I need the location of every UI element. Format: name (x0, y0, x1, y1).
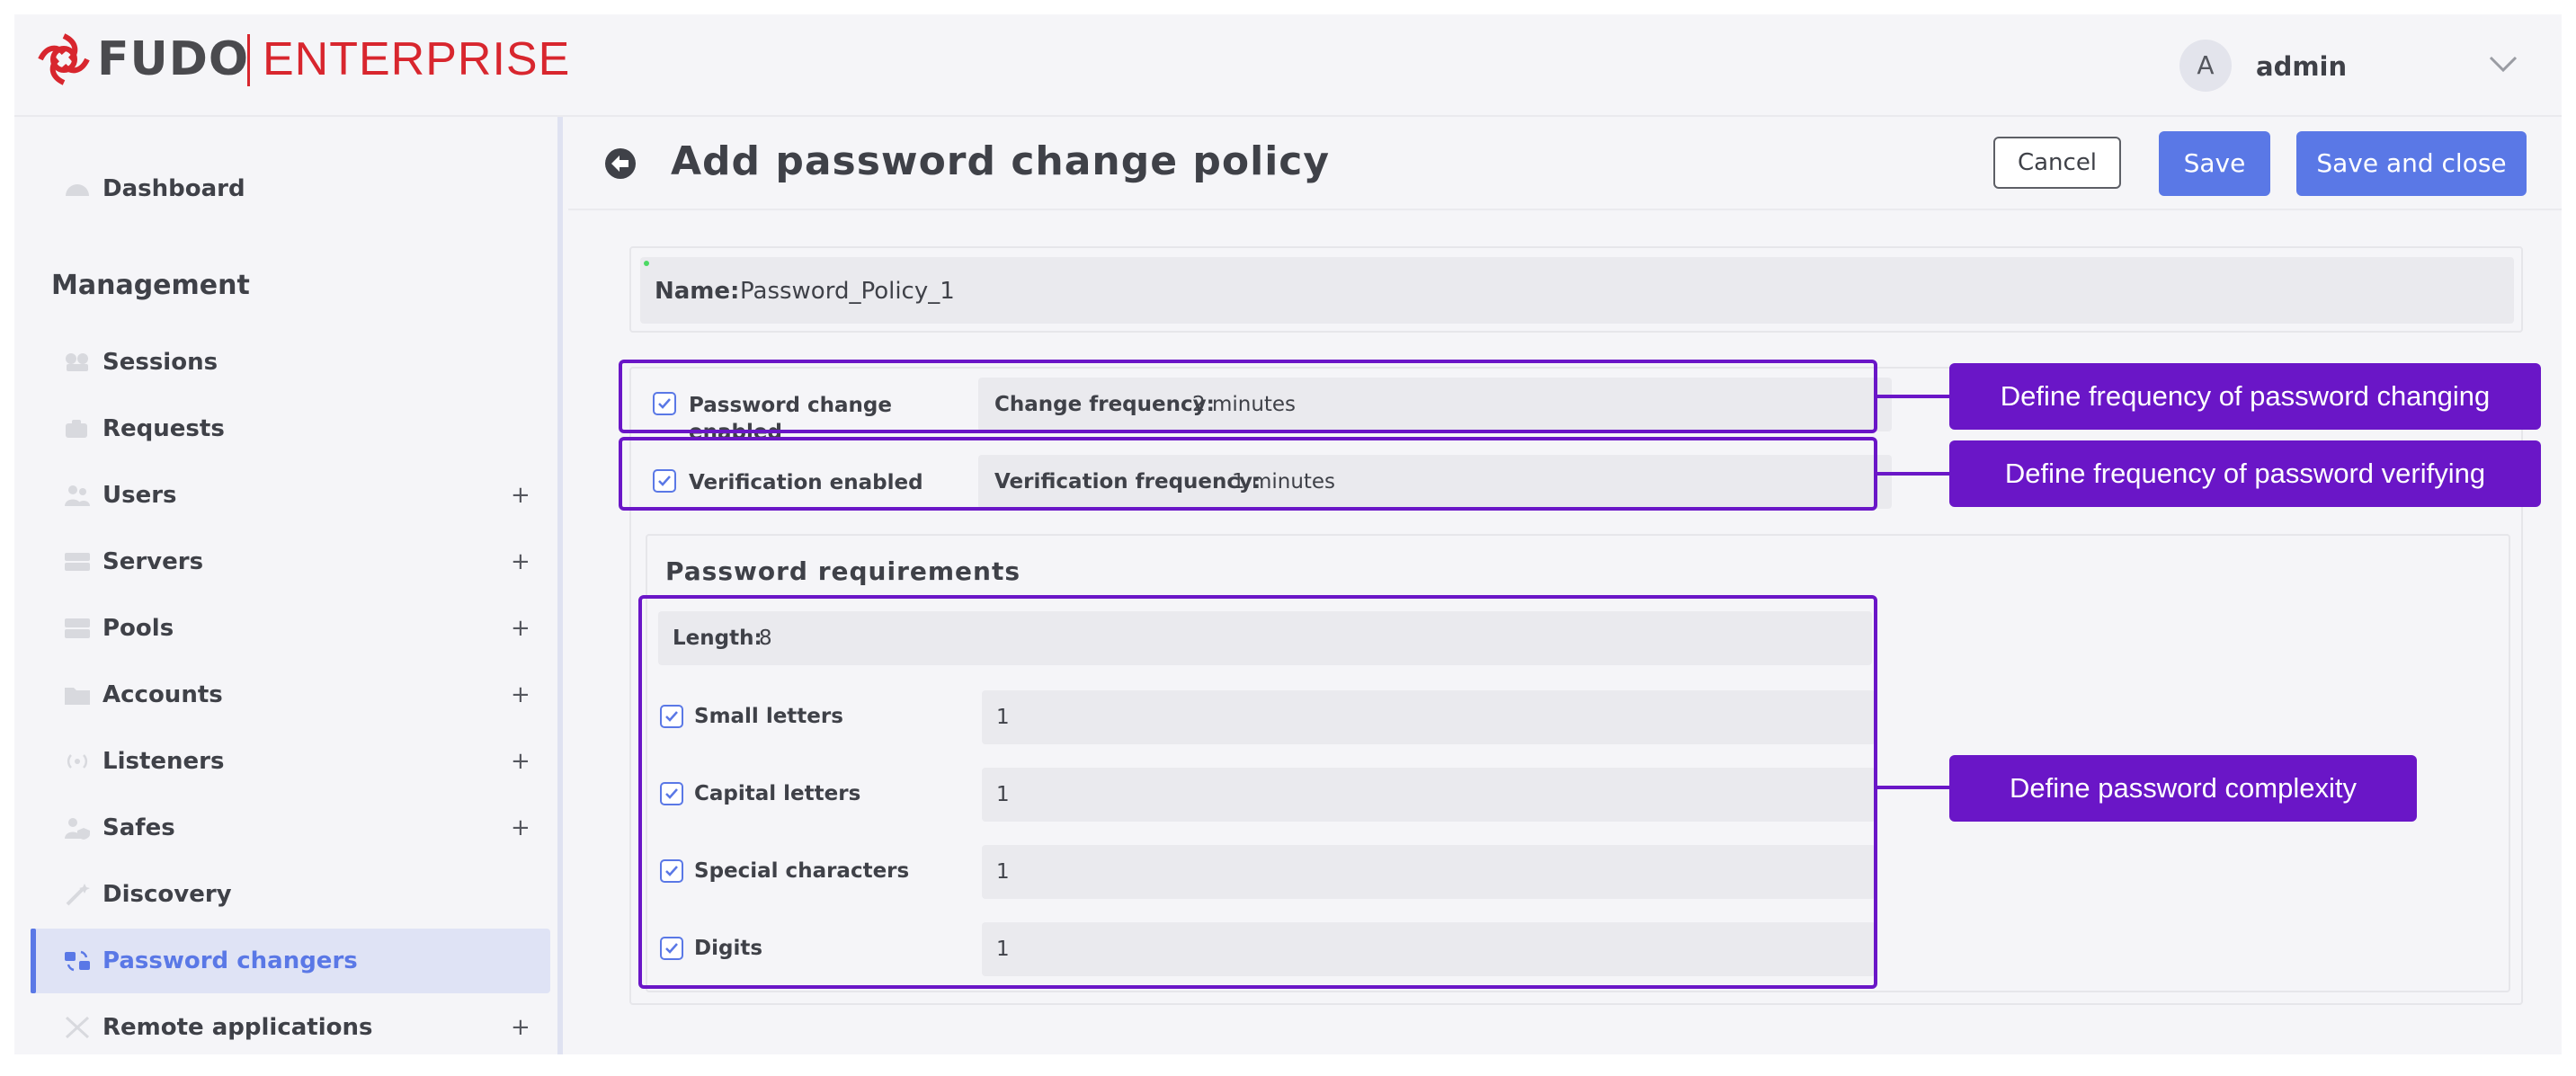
section-title-management: Management (51, 270, 250, 301)
highlight-complexity (638, 595, 1877, 989)
name-card: Name: Password_Policy_1 (629, 246, 2523, 333)
sidebar-item-label: Accounts (103, 681, 223, 708)
sidebar-item-label: Requests (103, 415, 225, 442)
servers-icon (65, 553, 90, 571)
cancel-button[interactable]: Cancel (1993, 137, 2121, 189)
sidebar-item-label: Servers (103, 548, 204, 575)
pools-icon (65, 618, 90, 638)
sidebar-item-label: Users (103, 482, 177, 509)
callout-verify-frequency: Define frequency of password verifying (1949, 440, 2541, 507)
name-label: Name: (655, 278, 740, 305)
requests-icon (66, 420, 87, 438)
listeners-icon (67, 754, 88, 769)
app-window: FUDO ENTERPRISE A admin Dashboard Manage… (14, 14, 2562, 1054)
sidebar-item-accounts[interactable]: Accounts + (31, 662, 550, 727)
required-indicator (644, 261, 649, 266)
expand-icon[interactable]: + (511, 529, 530, 594)
name-field[interactable]: Name: Password_Policy_1 (640, 257, 2514, 324)
sidebar-item-password-changers[interactable]: Password changers (31, 929, 550, 993)
accounts-icon (65, 688, 90, 705)
expand-icon[interactable]: + (511, 995, 530, 1054)
sessions-icon (66, 353, 88, 371)
sidebar-item-label: Sessions (103, 349, 218, 376)
highlight-verification (619, 437, 1877, 511)
sidebar-item-label: Dashboard (103, 175, 245, 202)
top-bar: FUDO ENTERPRISE A admin (14, 14, 2562, 117)
page-title: Add password change policy (671, 138, 1331, 184)
page-header: Add password change policy Cancel Save S… (568, 117, 2562, 210)
password-changers-icon (65, 950, 90, 972)
save-and-close-button[interactable]: Save and close (2296, 131, 2527, 196)
brand-name: FUDO (97, 32, 250, 86)
avatar[interactable]: A (2179, 40, 2232, 92)
expand-icon[interactable]: + (511, 596, 530, 661)
sidebar-item-label: Listeners (103, 748, 225, 775)
sidebar-item-servers[interactable]: Servers + (31, 529, 550, 594)
highlight-password-change (619, 360, 1877, 433)
sidebar-item-pools[interactable]: Pools + (31, 596, 550, 661)
connector-complexity (1877, 786, 1949, 789)
sidebar-item-listeners[interactable]: Listeners + (31, 729, 550, 794)
callout-change-frequency: Define frequency of password changing (1949, 363, 2541, 430)
sidebar-item-sessions[interactable]: Sessions (31, 330, 550, 395)
brand-product: ENTERPRISE (263, 33, 571, 85)
expand-icon[interactable]: + (511, 796, 530, 860)
sidebar-item-users[interactable]: Users + (31, 463, 550, 528)
remote-applications-icon (65, 1016, 90, 1039)
sidebar: Dashboard Management Sessions Requests U… (14, 117, 563, 1054)
expand-icon[interactable]: + (511, 729, 530, 794)
chevron-down-icon[interactable] (2485, 50, 2521, 77)
sidebar-item-label: Pools (103, 615, 174, 642)
sidebar-item-label: Safes (103, 814, 175, 841)
brand-divider (247, 34, 250, 86)
name-input[interactable]: Password_Policy_1 (740, 276, 955, 307)
safes-icon (65, 818, 90, 840)
sidebar-item-remote-applications[interactable]: Remote applications + (31, 995, 550, 1054)
dashboard-icon (66, 184, 89, 196)
users-icon (65, 485, 90, 506)
sidebar-item-dashboard[interactable]: Dashboard (31, 156, 550, 221)
sidebar-item-safes[interactable]: Safes + (31, 796, 550, 860)
sidebar-item-requests[interactable]: Requests (31, 396, 550, 461)
expand-icon[interactable]: + (511, 463, 530, 528)
back-icon[interactable] (604, 147, 637, 180)
sidebar-item-discovery[interactable]: Discovery (31, 862, 550, 927)
discovery-icon (66, 884, 90, 906)
password-requirements-title: Password requirements (665, 556, 1021, 586)
connector-password-change (1877, 395, 1949, 398)
connector-verification (1877, 472, 1949, 476)
expand-icon[interactable]: + (511, 662, 530, 727)
sidebar-item-label: Remote applications (103, 1014, 373, 1041)
fudo-logo-icon (38, 33, 90, 85)
sidebar-item-label: Discovery (103, 881, 232, 908)
save-button[interactable]: Save (2159, 131, 2270, 196)
sidebar-item-label: Password changers (103, 947, 358, 974)
callout-complexity: Define password complexity (1949, 755, 2417, 822)
username[interactable]: admin (2256, 49, 2347, 84)
